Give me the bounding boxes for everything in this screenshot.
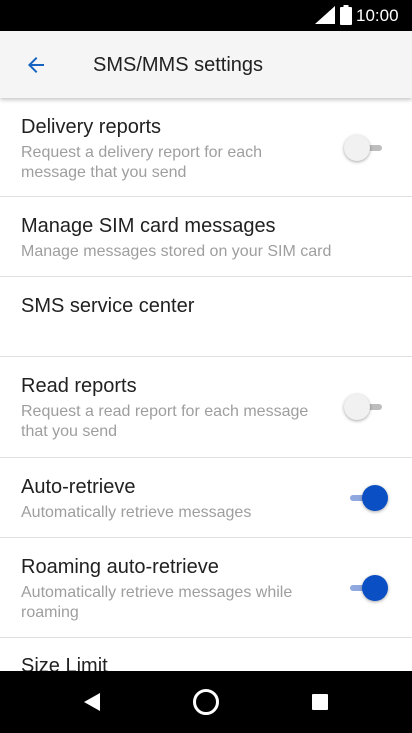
screen: 10:00 SMS/MMS settings Delivery reports … — [0, 0, 412, 733]
navigation-bar — [0, 671, 412, 733]
nav-home-button[interactable] — [191, 687, 221, 717]
setting-roaming-auto-retrieve[interactable]: Roaming auto-retrieve Automatically retr… — [0, 538, 412, 638]
auto-retrieve-switch[interactable] — [344, 484, 388, 512]
app-bar: SMS/MMS settings — [0, 31, 412, 98]
setting-title: SMS service center — [21, 295, 195, 317]
setting-title: Manage SIM card messages — [21, 215, 276, 237]
setting-title: Delivery reports — [21, 116, 162, 138]
setting-sms-service-center[interactable]: SMS service center — [0, 277, 412, 357]
back-triangle-icon — [84, 693, 100, 711]
arrow-left-icon — [28, 57, 44, 73]
setting-manage-sim-messages[interactable]: Manage SIM card messages Manage messages… — [0, 197, 412, 277]
battery-icon — [340, 5, 352, 25]
setting-title: Roaming auto-retrieve — [21, 556, 219, 578]
signal-icon — [315, 6, 335, 24]
nav-back-button[interactable] — [77, 687, 107, 717]
switch-thumb — [344, 135, 370, 161]
setting-size-limit[interactable]: Size Limit — [0, 638, 412, 671]
setting-title: Size Limit — [21, 655, 108, 671]
switch-thumb — [344, 394, 370, 420]
setting-summary: Request a read report for each message t… — [21, 403, 309, 440]
recents-square-icon — [312, 694, 328, 710]
switch-thumb — [362, 485, 388, 511]
setting-summary: Manage messages stored on your SIM card — [21, 243, 332, 260]
setting-summary: Automatically retrieve messages while ro… — [21, 584, 293, 621]
setting-read-reports[interactable]: Read reports Request a read report for e… — [0, 357, 412, 458]
setting-title: Read reports — [21, 375, 137, 397]
roaming-auto-retrieve-switch[interactable] — [344, 574, 388, 602]
setting-title: Auto-retrieve — [21, 476, 136, 498]
home-circle-icon — [193, 689, 219, 715]
nav-recents-button[interactable] — [305, 687, 335, 717]
status-time: 10:00 — [356, 6, 399, 25]
read-reports-switch[interactable] — [344, 393, 388, 421]
setting-delivery-reports[interactable]: Delivery reports Request a delivery repo… — [0, 98, 412, 197]
setting-auto-retrieve[interactable]: Auto-retrieve Automatically retrieve mes… — [0, 458, 412, 538]
settings-list: Delivery reports Request a delivery repo… — [0, 98, 412, 671]
setting-summary: Automatically retrieve messages — [21, 504, 252, 521]
switch-thumb — [362, 575, 388, 601]
status-bar: 10:00 — [0, 0, 412, 31]
delivery-reports-switch[interactable] — [344, 134, 388, 162]
setting-summary: Request a delivery report for each messa… — [21, 144, 263, 181]
back-button[interactable] — [14, 43, 58, 87]
page-title: SMS/MMS settings — [93, 54, 264, 76]
